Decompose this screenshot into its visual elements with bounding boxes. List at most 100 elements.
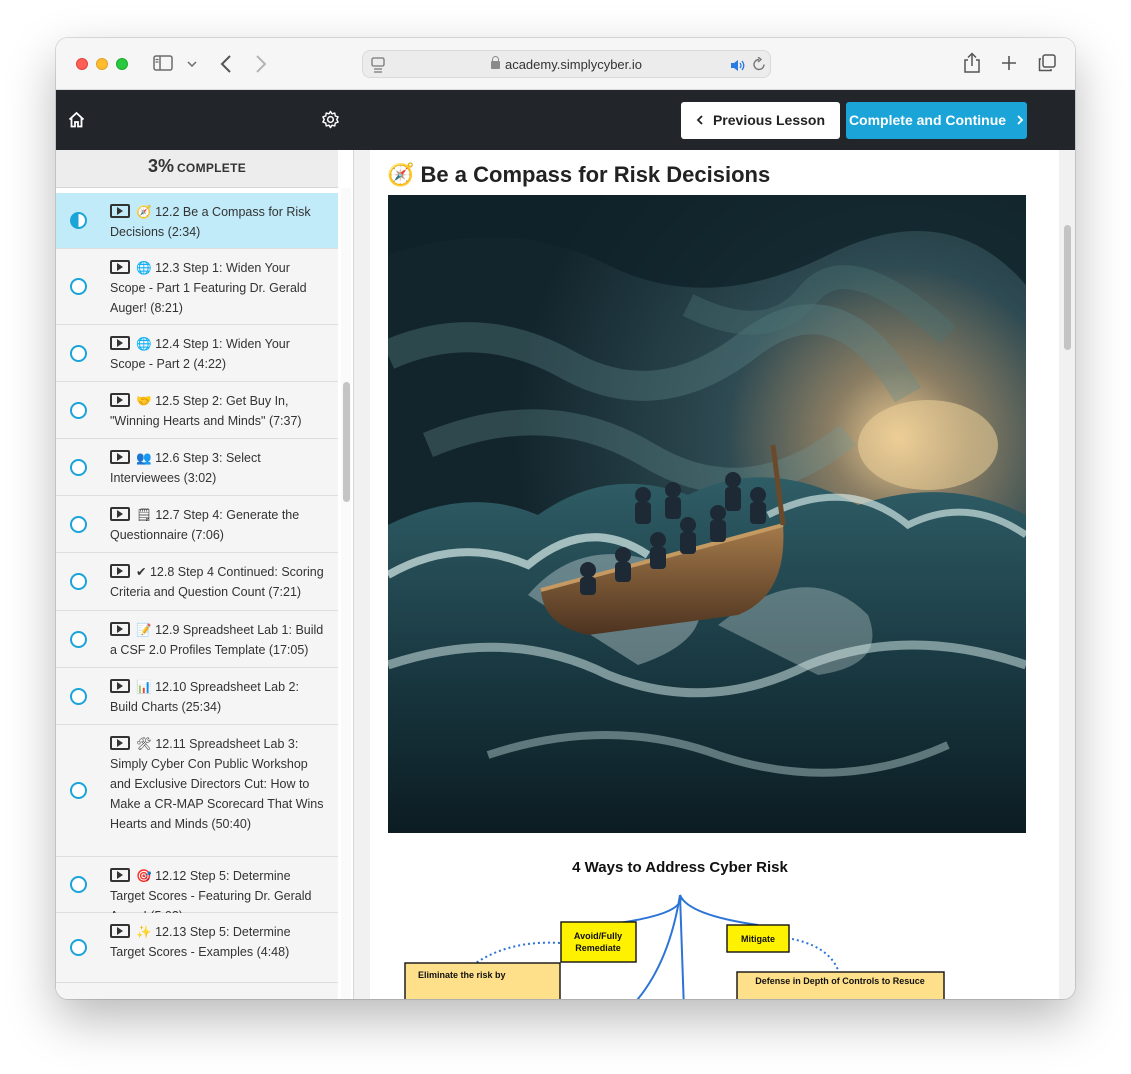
lesson-item[interactable]: ✔ 12.8 Step 4 Continued: Scoring Criteri… <box>56 553 338 611</box>
lesson-item[interactable]: 🌐 12.4 Step 1: Widen Your Scope - Part 2… <box>56 325 338 382</box>
lesson-title: 📝 12.9 Spreadsheet Lab 1: Build a CSF 2.… <box>110 620 328 660</box>
gear-icon[interactable] <box>321 110 340 129</box>
lesson-emoji-icon: 🛠 <box>136 737 152 751</box>
lesson-item[interactable]: 🎯 12.12 Step 5: Determine Target Scores … <box>56 857 338 923</box>
video-play-icon <box>110 450 130 464</box>
compass-icon: 🧭 <box>387 162 415 187</box>
chevron-down-icon[interactable] <box>187 60 197 68</box>
lesson-item[interactable]: 🗒 12.7 Step 4: Generate the Questionnair… <box>56 496 338 553</box>
lesson-emoji-icon: 👥 <box>136 451 152 465</box>
lesson-emoji-icon: ✔ <box>136 565 147 579</box>
lesson-title: 🌐 12.3 Step 1: Widen Your Scope - Part 1… <box>110 258 328 318</box>
lesson-body: 🧭 Be a Compass for Risk Decisions 4 Ways… <box>370 150 1059 999</box>
lesson-title: 📊 12.10 Spreadsheet Lab 2: Build Charts … <box>110 677 328 717</box>
lesson-title: 🤝 12.5 Step 2: Get Buy In, "Winning Hear… <box>110 391 328 431</box>
lesson-item[interactable]: 📊 12.10 Spreadsheet Lab 2: Build Charts … <box>56 668 338 725</box>
chevron-right-icon <box>1017 115 1024 125</box>
lesson-item[interactable]: 🧭 12.2 Be a Compass for Risk Decisions (… <box>56 193 338 249</box>
lesson-item[interactable]: 👥 12.6 Step 3: Select Interviewees (3:02… <box>56 439 338 496</box>
video-play-icon <box>110 868 130 882</box>
lesson-emoji-icon: 🤝 <box>136 394 152 408</box>
lock-icon <box>490 56 500 69</box>
lesson-title: 🗒 12.7 Step 4: Generate the Questionnair… <box>110 505 328 545</box>
lesson-item[interactable]: 🌐 12.3 Step 1: Widen Your Scope - Part 1… <box>56 249 338 325</box>
empty-circle-icon <box>70 402 87 419</box>
course-sidebar: 3% COMPLETE 🧭 12.2 Be a Compass for Risk … <box>56 90 354 999</box>
note-eliminate: Eliminate the risk by <box>418 970 506 980</box>
empty-circle-icon <box>70 516 87 533</box>
lesson-emoji-icon: 🌐 <box>136 261 152 275</box>
minimize-window-button[interactable] <box>96 58 108 70</box>
empty-circle-icon <box>70 573 87 590</box>
video-play-icon <box>110 679 130 693</box>
lesson-item[interactable]: 🤝 12.5 Step 2: Get Buy In, "Winning Hear… <box>56 382 338 439</box>
lesson-item[interactable]: ✨ 12.13 Step 5: Determine Target Scores … <box>56 913 338 983</box>
half-circle-icon <box>70 212 87 229</box>
empty-circle-icon <box>70 939 87 956</box>
browser-window: academy.simplycyber.io 3% COMPLETE 🧭 12.… <box>56 38 1075 999</box>
zoom-window-button[interactable] <box>116 58 128 70</box>
lesson-title: 🧭 Be a Compass for Risk Decisions <box>387 162 771 187</box>
home-icon[interactable] <box>68 111 85 128</box>
lesson-topbar: Previous Lesson Complete and Continue <box>354 90 1075 150</box>
lesson-title: 👥 12.6 Step 3: Select Interviewees (3:02… <box>110 448 328 488</box>
speaker-icon[interactable] <box>730 59 746 72</box>
stormy-sea-boat-image <box>388 195 1026 833</box>
browser-titlebar: academy.simplycyber.io <box>56 38 1075 90</box>
lesson-label: 12.11 Spreadsheet Lab 3: Simply Cyber Co… <box>110 737 324 831</box>
lesson-item[interactable]: 🛠 12.11 Spreadsheet Lab 3: Simply Cyber … <box>56 725 338 857</box>
empty-circle-icon <box>70 278 87 295</box>
lesson-emoji-icon: 📝 <box>136 623 152 637</box>
empty-circle-icon <box>70 782 87 799</box>
lesson-emoji-icon: 📊 <box>136 680 152 694</box>
tab-overview-icon[interactable] <box>1038 54 1056 72</box>
progress-percent: 3% <box>147 156 174 176</box>
address-bar[interactable]: academy.simplycyber.io <box>362 50 771 78</box>
node-avoid-line2: Remediate <box>575 943 621 953</box>
video-play-icon <box>110 622 130 636</box>
video-play-icon <box>110 260 130 274</box>
sidebar-scrollbar-track[interactable] <box>341 188 351 999</box>
lesson-list: 🧭 12.2 Be a Compass for Risk Decisions (… <box>56 193 338 999</box>
lesson-item[interactable]: 📝 12.9 Spreadsheet Lab 1: Build a CSF 2.… <box>56 611 338 668</box>
video-play-icon <box>110 507 130 521</box>
sidebar-toggle-icon[interactable] <box>153 55 173 71</box>
chevron-left-icon <box>696 115 703 125</box>
empty-circle-icon <box>70 688 87 705</box>
lesson-emoji-icon: 🌐 <box>136 337 152 351</box>
sidebar-scrollbar-thumb[interactable] <box>343 382 350 502</box>
lesson-title: 🧭 12.2 Be a Compass for Risk Decisions (… <box>110 202 328 242</box>
node-avoid-line1: Avoid/Fully <box>574 931 622 941</box>
lesson-emoji-icon: 🗒 <box>136 508 152 522</box>
video-play-icon <box>110 336 130 350</box>
empty-circle-icon <box>70 459 87 476</box>
lesson-title: ✨ 12.13 Step 5: Determine Target Scores … <box>110 922 328 962</box>
course-progress: 3% COMPLETE <box>56 150 338 188</box>
complete-and-continue-button[interactable]: Complete and Continue <box>846 102 1027 139</box>
sidebar-header <box>56 90 354 150</box>
new-tab-icon[interactable] <box>1001 55 1017 71</box>
video-play-icon <box>110 924 130 938</box>
lesson-label: 12.6 Step 3: Select Interviewees (3:02) <box>110 451 261 485</box>
lesson-emoji-icon: 🎯 <box>136 869 152 883</box>
share-icon[interactable] <box>963 52 981 74</box>
video-play-icon <box>110 564 130 578</box>
lesson-title: 🛠 12.11 Spreadsheet Lab 3: Simply Cyber … <box>110 734 328 834</box>
forward-arrow-icon[interactable] <box>254 54 268 74</box>
lesson-title: ✔ 12.8 Step 4 Continued: Scoring Criteri… <box>110 562 328 602</box>
cyber-risk-diagram: 4 Ways to Address Cyber Risk Avoid/Fully… <box>404 859 945 999</box>
lesson-content-area: 🧭 Be a Compass for Risk Decisions 4 Ways… <box>354 150 1075 999</box>
back-arrow-icon[interactable] <box>219 54 233 74</box>
reload-icon[interactable] <box>752 57 766 72</box>
diagram-title: 4 Ways to Address Cyber Risk <box>572 859 788 876</box>
progress-label: COMPLETE <box>176 161 247 175</box>
lesson-emoji-icon: ✨ <box>136 925 152 939</box>
previous-lesson-button[interactable]: Previous Lesson <box>681 102 840 139</box>
close-window-button[interactable] <box>76 58 88 70</box>
lesson-emoji-icon: 🧭 <box>136 205 152 219</box>
lesson-title: 🌐 12.4 Step 1: Widen Your Scope - Part 2… <box>110 334 328 374</box>
video-play-icon <box>110 736 130 750</box>
empty-circle-icon <box>70 345 87 362</box>
content-scrollbar-thumb[interactable] <box>1064 225 1071 350</box>
video-play-icon <box>110 204 130 218</box>
